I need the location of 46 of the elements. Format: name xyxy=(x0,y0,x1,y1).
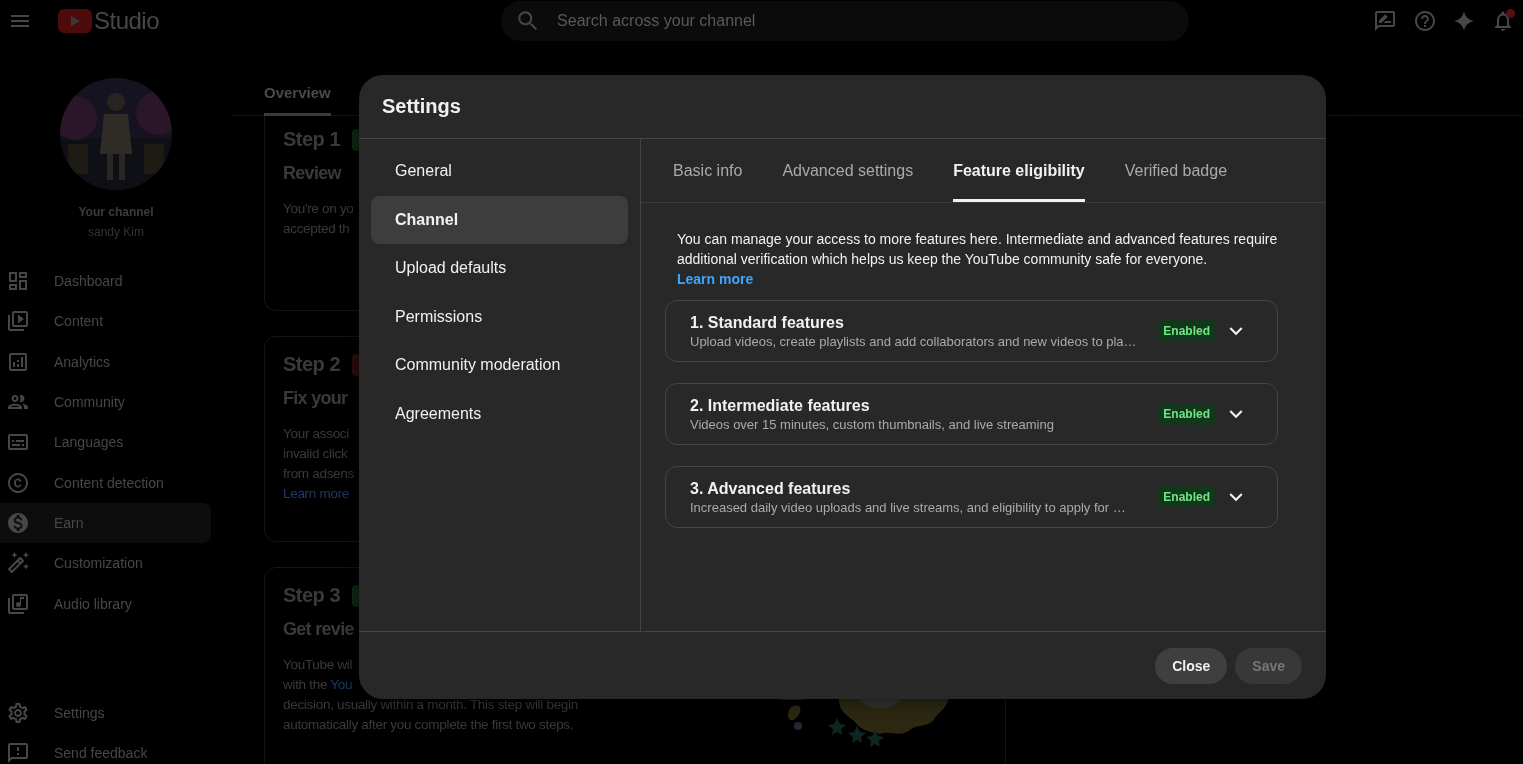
sparkle-icon[interactable] xyxy=(1453,10,1475,32)
feature-row[interactable]: 2. Intermediate features Videos over 15 minutes, custom thumbnails, and live streaming Enabled xyxy=(665,383,1278,445)
search-field[interactable]: Search across your channel xyxy=(501,1,1190,41)
feature-row[interactable]: 1. Standard features Upload videos, create playlists and add collaborators and new videos to pla… Enabled xyxy=(665,300,1278,362)
magic-wand-icon xyxy=(6,551,30,576)
settings-tab[interactable]: Advanced settings xyxy=(782,162,914,202)
close-button[interactable]: Close xyxy=(1155,647,1228,684)
dialog-title: Settings xyxy=(359,75,1326,139)
music-library-icon xyxy=(6,591,30,616)
feedback-icon xyxy=(6,740,30,764)
settings-nav-item[interactable]: Upload defaults xyxy=(371,244,628,293)
settings-nav-item[interactable]: Community moderation xyxy=(371,341,628,390)
feature-description: Increased daily video uploads and live streams, and eligibility to apply for … xyxy=(690,499,1127,515)
video-library-icon xyxy=(6,309,30,334)
status-badge: Enabled xyxy=(1158,320,1215,342)
status-badge: Enabled xyxy=(1158,403,1215,425)
channel-label: Your channel xyxy=(77,205,155,219)
settings-tab[interactable]: Feature eligibility xyxy=(953,162,1085,202)
feature-title: 2. Intermediate features xyxy=(690,396,871,415)
step-label: Step 3 xyxy=(283,584,341,607)
step-title: Fix your xyxy=(283,388,348,409)
step-title: Review xyxy=(283,163,341,184)
settings-tab[interactable]: Basic info xyxy=(673,162,743,202)
settings-nav-item[interactable]: General xyxy=(371,147,628,196)
settings-nav-item[interactable]: Channel xyxy=(371,195,628,244)
feature-description: Videos over 15 minutes, custom thumbnails, and live streaming xyxy=(690,416,1055,432)
settings-tab[interactable]: Verified badge xyxy=(1124,162,1228,202)
step-label: Step 2 xyxy=(283,353,341,376)
step-label: Step 1 xyxy=(283,128,341,151)
settings-nav-item[interactable]: Permissions xyxy=(371,292,628,341)
step-description: Your associ invalid click from adsens Learn more xyxy=(283,425,354,503)
settings-icon xyxy=(6,700,30,725)
settings-nav-item[interactable]: Agreements xyxy=(371,389,628,438)
copyright-icon xyxy=(6,470,30,495)
step-title: Get revie xyxy=(283,619,354,640)
status-badge: Enabled xyxy=(1158,486,1215,508)
intro-text: You can manage your access to more features here. Intermediate and advanced features require additional verification which helps us keep the YouTube community safe for everyone. xyxy=(677,230,1278,269)
feature-row[interactable]: 3. Advanced features Increased daily video uploads and live streams, and eligibility to apply for … Enabled xyxy=(665,466,1278,528)
brand-name: Studio xyxy=(94,7,160,35)
feature-title: 3. Advanced features xyxy=(690,479,852,498)
feature-title: 1. Standard features xyxy=(690,313,845,332)
dollar-icon xyxy=(6,510,30,535)
learn-more-link[interactable]: Learn more xyxy=(677,269,754,289)
play-logo-icon xyxy=(58,9,92,33)
feature-description: Upload videos, create playlists and add collaborators and new videos to pla… xyxy=(690,333,1138,349)
help-icon[interactable] xyxy=(1413,9,1437,33)
